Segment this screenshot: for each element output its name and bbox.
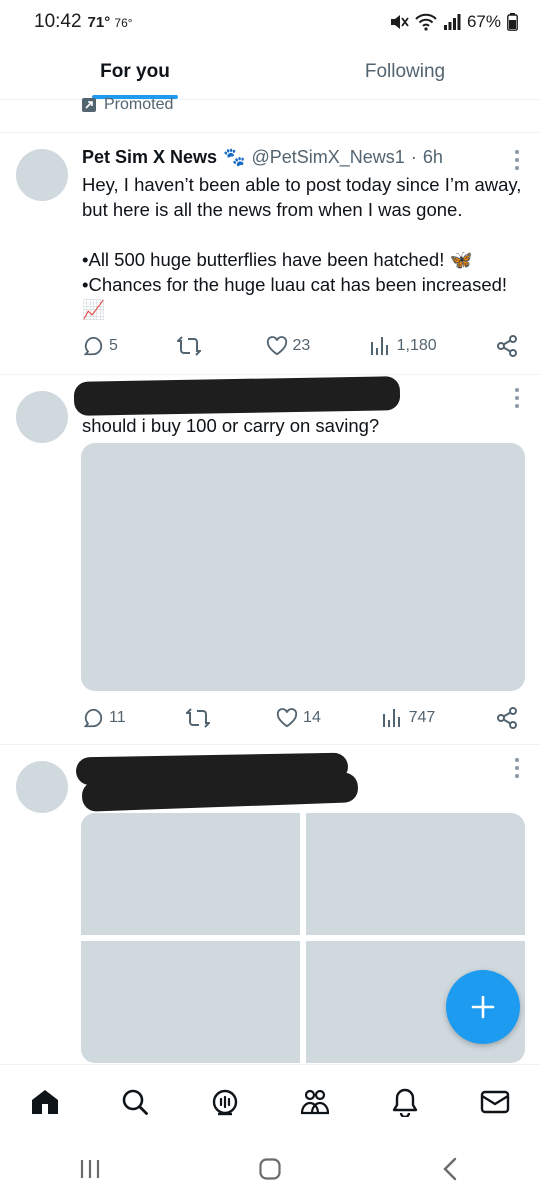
home-icon bbox=[32, 1089, 58, 1114]
temp-high: 71° bbox=[87, 14, 111, 31]
like-button[interactable]: 14 bbox=[276, 708, 321, 728]
share-icon bbox=[496, 707, 517, 729]
battery-percent: 67% bbox=[466, 12, 501, 31]
tweet-actions: 5 23 1,180 bbox=[82, 335, 518, 357]
home-circle-icon bbox=[259, 1158, 281, 1180]
nav-messages[interactable] bbox=[473, 1080, 517, 1124]
status-left: 10:42 71° 76° bbox=[34, 11, 133, 33]
retweet-icon bbox=[186, 708, 211, 728]
promoted-text: Promoted bbox=[104, 96, 174, 113]
avatar[interactable] bbox=[16, 149, 68, 201]
status-bar: 10:42 71° 76° 67% bbox=[0, 0, 540, 44]
views-icon bbox=[370, 337, 388, 355]
messages-icon bbox=[480, 1090, 510, 1113]
share-button[interactable] bbox=[496, 707, 518, 729]
tweet-body: should i buy 100 or carry on saving? bbox=[82, 409, 524, 438]
views-button[interactable]: 747 bbox=[382, 708, 436, 728]
retweet-button[interactable] bbox=[177, 335, 206, 357]
avatar[interactable] bbox=[16, 761, 68, 813]
tab-label: Following bbox=[364, 60, 446, 82]
communities-icon bbox=[300, 1089, 330, 1114]
author-badge: 🐾 bbox=[223, 147, 246, 167]
plus-icon bbox=[471, 995, 495, 1019]
notifications-icon bbox=[392, 1088, 418, 1117]
wifi-icon bbox=[415, 13, 437, 31]
tweet-text: Hey, I haven’t been able to post today s… bbox=[82, 172, 524, 322]
views-icon bbox=[382, 709, 400, 727]
recent-apps-button[interactable] bbox=[70, 1149, 110, 1189]
battery-icon bbox=[507, 13, 518, 31]
media-image[interactable] bbox=[306, 813, 525, 935]
timeline-tabs: For you Following bbox=[0, 44, 540, 100]
avatar[interactable] bbox=[16, 391, 68, 443]
share-icon bbox=[497, 335, 517, 357]
recent-apps-icon bbox=[80, 1160, 100, 1178]
more-options-icon[interactable] bbox=[514, 758, 520, 778]
status-time: 10:42 bbox=[34, 11, 82, 32]
back-button[interactable] bbox=[430, 1149, 470, 1189]
like-count: 23 bbox=[292, 337, 311, 354]
retweet-icon bbox=[177, 336, 202, 356]
mute-icon bbox=[389, 13, 409, 31]
tweet-header: Pet Sim X News 🐾 @PetSimX_News1 · 6h bbox=[82, 147, 524, 168]
nav-notifications[interactable] bbox=[383, 1080, 427, 1124]
home-button[interactable] bbox=[250, 1149, 290, 1189]
reply-icon bbox=[83, 336, 103, 356]
signal-icon bbox=[443, 14, 461, 30]
tweet[interactable]: should i buy 100 or carry on saving? 11 … bbox=[0, 375, 540, 743]
promoted-icon bbox=[82, 98, 96, 112]
tweet-text-line: •All 500 huge butterflies have been hatc… bbox=[82, 249, 473, 270]
tab-following[interactable]: Following bbox=[270, 44, 540, 99]
reply-count: 5 bbox=[109, 337, 118, 354]
heart-icon bbox=[266, 336, 287, 356]
bottom-navigation bbox=[0, 1064, 540, 1138]
search-icon bbox=[122, 1089, 148, 1115]
views-button[interactable]: 1,180 bbox=[370, 336, 437, 356]
retweet-button[interactable] bbox=[186, 707, 215, 729]
nav-spaces[interactable] bbox=[203, 1080, 247, 1124]
tweet-text: should i buy 100 or carry on saving? bbox=[82, 415, 380, 436]
author-handle[interactable]: @PetSimX_News1 bbox=[251, 147, 404, 168]
timestamp[interactable]: 6h bbox=[423, 147, 443, 168]
tweet[interactable]: Pet Sim X News 🐾 @PetSimX_News1 · 6h Hey… bbox=[0, 133, 540, 374]
reply-button[interactable]: 11 bbox=[82, 707, 126, 729]
author-name[interactable]: Pet Sim X News bbox=[82, 147, 217, 168]
tweet-actions: 11 14 747 bbox=[82, 707, 518, 729]
like-button[interactable]: 23 bbox=[266, 336, 311, 356]
nav-communities[interactable] bbox=[293, 1080, 337, 1124]
share-button[interactable] bbox=[496, 335, 518, 357]
tweet-text-line: •Chances for the huge luau cat has been … bbox=[82, 274, 508, 320]
tab-for-you[interactable]: For you bbox=[0, 44, 270, 99]
reply-button[interactable]: 5 bbox=[82, 335, 118, 357]
nav-home[interactable] bbox=[23, 1080, 67, 1124]
view-count: 747 bbox=[408, 709, 436, 726]
compose-button[interactable] bbox=[446, 970, 520, 1044]
tweet-text-line bbox=[82, 222, 524, 247]
heart-icon bbox=[276, 708, 298, 728]
tweet-text-line: Hey, I haven’t been able to post today s… bbox=[82, 174, 522, 220]
like-count: 14 bbox=[303, 709, 321, 726]
system-navigation bbox=[0, 1138, 540, 1200]
status-right: 67% bbox=[389, 12, 518, 32]
spaces-icon bbox=[212, 1089, 238, 1115]
nav-search[interactable] bbox=[113, 1080, 157, 1124]
reply-icon bbox=[83, 708, 103, 728]
tweet-body: Pet Sim X News 🐾 @PetSimX_News1 · 6h Hey… bbox=[82, 147, 524, 322]
media-image[interactable] bbox=[81, 813, 300, 935]
view-count: 1,180 bbox=[396, 337, 437, 354]
separator-dot: · bbox=[410, 147, 417, 167]
promoted-label[interactable]: Promoted bbox=[82, 96, 173, 114]
temp-low: 76° bbox=[114, 16, 133, 30]
media-image[interactable] bbox=[81, 941, 300, 1063]
reply-count: 11 bbox=[109, 709, 126, 726]
more-options-icon[interactable] bbox=[514, 388, 520, 408]
tab-label: For you bbox=[100, 60, 170, 82]
media-image[interactable] bbox=[81, 443, 525, 691]
back-icon bbox=[443, 1157, 457, 1181]
status-temperature: 71° 76° bbox=[88, 14, 133, 31]
